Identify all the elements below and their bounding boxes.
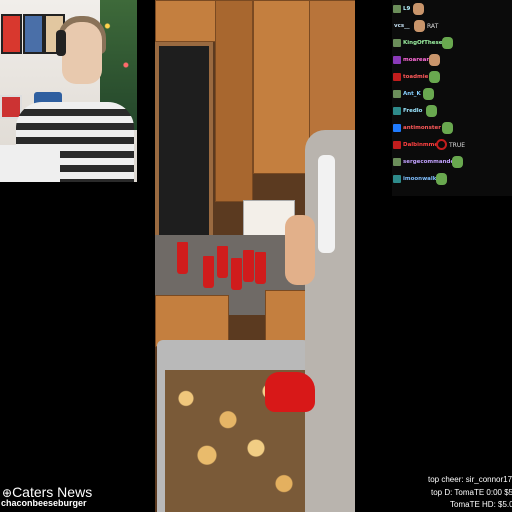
chat-badge-icon [393, 124, 401, 132]
wall-poster [23, 14, 44, 54]
chat-username[interactable]: Ant_K [403, 88, 421, 101]
chat-message: imoonwalk [392, 173, 512, 186]
chat-username[interactable]: L9 [403, 3, 410, 16]
chat-badge-icon [393, 56, 401, 64]
upper-cabinet [309, 0, 355, 142]
wall-poster [1, 14, 22, 54]
face-emote-icon [413, 3, 424, 15]
red-cup [231, 258, 242, 290]
chat-badge-icon [393, 158, 401, 166]
chat-username[interactable]: antimonster [403, 122, 441, 135]
chat-message: L9 [392, 3, 512, 16]
chat-badge-icon [393, 90, 401, 98]
chat-message: vcs__ RAT [392, 20, 512, 33]
chat-username[interactable]: vcs__ [394, 20, 410, 33]
main-video[interactable] [155, 0, 355, 512]
refrigerator [155, 42, 213, 240]
pepe-emote-icon [442, 122, 453, 134]
chat-username[interactable]: KingOfThese [403, 37, 442, 50]
chat-username[interactable]: Dalbinmme [403, 139, 438, 152]
chat-username[interactable]: imoonwalk [403, 173, 436, 186]
chat-badge-icon [393, 141, 401, 149]
upper-cabinet [155, 0, 217, 42]
top-donation-text: top D: TomaTE 0:00 $5.00 [431, 488, 512, 497]
pepe-emote-icon [426, 105, 437, 117]
chat-message: Dalbinmme TRUE [392, 139, 512, 152]
chat-message: KingOfThese [392, 37, 512, 50]
white-bottle [318, 155, 335, 253]
red-cup [177, 242, 188, 274]
arm [285, 215, 315, 285]
oven-mitt [265, 372, 315, 412]
red-cup [255, 252, 266, 284]
chat-badge-icon [393, 39, 401, 47]
chat-message: sergecommander [392, 156, 512, 169]
chat-username[interactable]: Fredlo [403, 105, 422, 118]
top-cheer-text: top cheer: sir_connor17 500 [428, 475, 512, 484]
chat-badge-icon [393, 73, 401, 81]
chat-message-text: TRUE [449, 142, 466, 149]
red-cup [243, 250, 254, 282]
chat-message: antimonster [392, 122, 512, 135]
chat-message: moarean [392, 54, 512, 67]
red-cup [203, 256, 214, 288]
chat-badge-icon [393, 175, 401, 183]
pepe-emote-icon [429, 71, 440, 83]
channel-handle: chaconbeeseburger [1, 498, 87, 508]
pepe-emote-icon [442, 37, 453, 49]
chat-message: Ant_K [392, 88, 512, 101]
pepe-emote-icon [436, 173, 447, 185]
chat-username[interactable]: moarean [403, 54, 430, 67]
chat-panel: L9 vcs__ RAT KingOfThese moarean toadmie Ant_K… [392, 0, 512, 196]
baking-tray [157, 340, 317, 512]
shelf-unit [215, 0, 253, 202]
pepe-emote-icon [452, 156, 463, 168]
face-emote-icon [429, 54, 440, 66]
upper-cabinet [253, 0, 311, 174]
chat-message: toadmie [392, 71, 512, 84]
headset [56, 30, 66, 56]
desk [0, 145, 60, 182]
chat-username[interactable]: sergecommander [403, 156, 457, 169]
red-cup [217, 246, 228, 278]
chat-message: Fredlo [392, 105, 512, 118]
streamer-face [62, 22, 102, 84]
latest-donation-text: TomaTE HD: $5.00 [450, 500, 512, 509]
face-emote-icon [414, 20, 425, 32]
chat-badge-icon [393, 5, 401, 13]
chat-message-text: RAT [427, 23, 439, 30]
chat-badge-icon [393, 107, 401, 115]
streamer-webcam [0, 0, 137, 182]
pepe-emote-icon [423, 88, 434, 100]
ring-emote-icon [436, 139, 447, 150]
chat-username[interactable]: toadmie [403, 71, 428, 84]
